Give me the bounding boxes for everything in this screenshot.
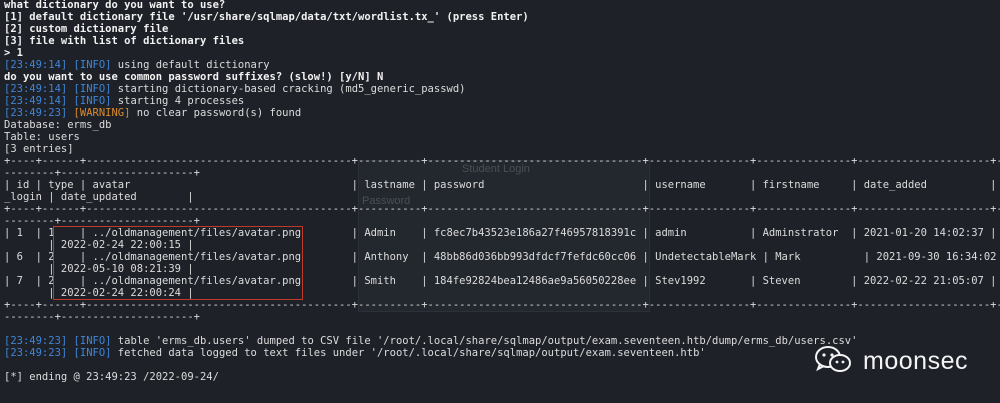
table-border-bottom-cont: --------+---------------------+ (4, 311, 200, 323)
watermark-text: moonsec (863, 347, 968, 375)
watermark: moonsec (813, 344, 968, 380)
avatar-highlight-box (53, 226, 303, 300)
terminal-window[interactable]: Student Login Password what dictionary d… (0, 0, 1000, 403)
log-fetched: [23:49:23] [INFO] fetched data logged to… (4, 347, 706, 359)
ending-line: [*] ending @ 23:49:23 /2022-09-24/ (4, 371, 219, 383)
wechat-icon (813, 344, 853, 380)
dictionary-option-3: [3] file with list of dictionary files (4, 35, 245, 47)
